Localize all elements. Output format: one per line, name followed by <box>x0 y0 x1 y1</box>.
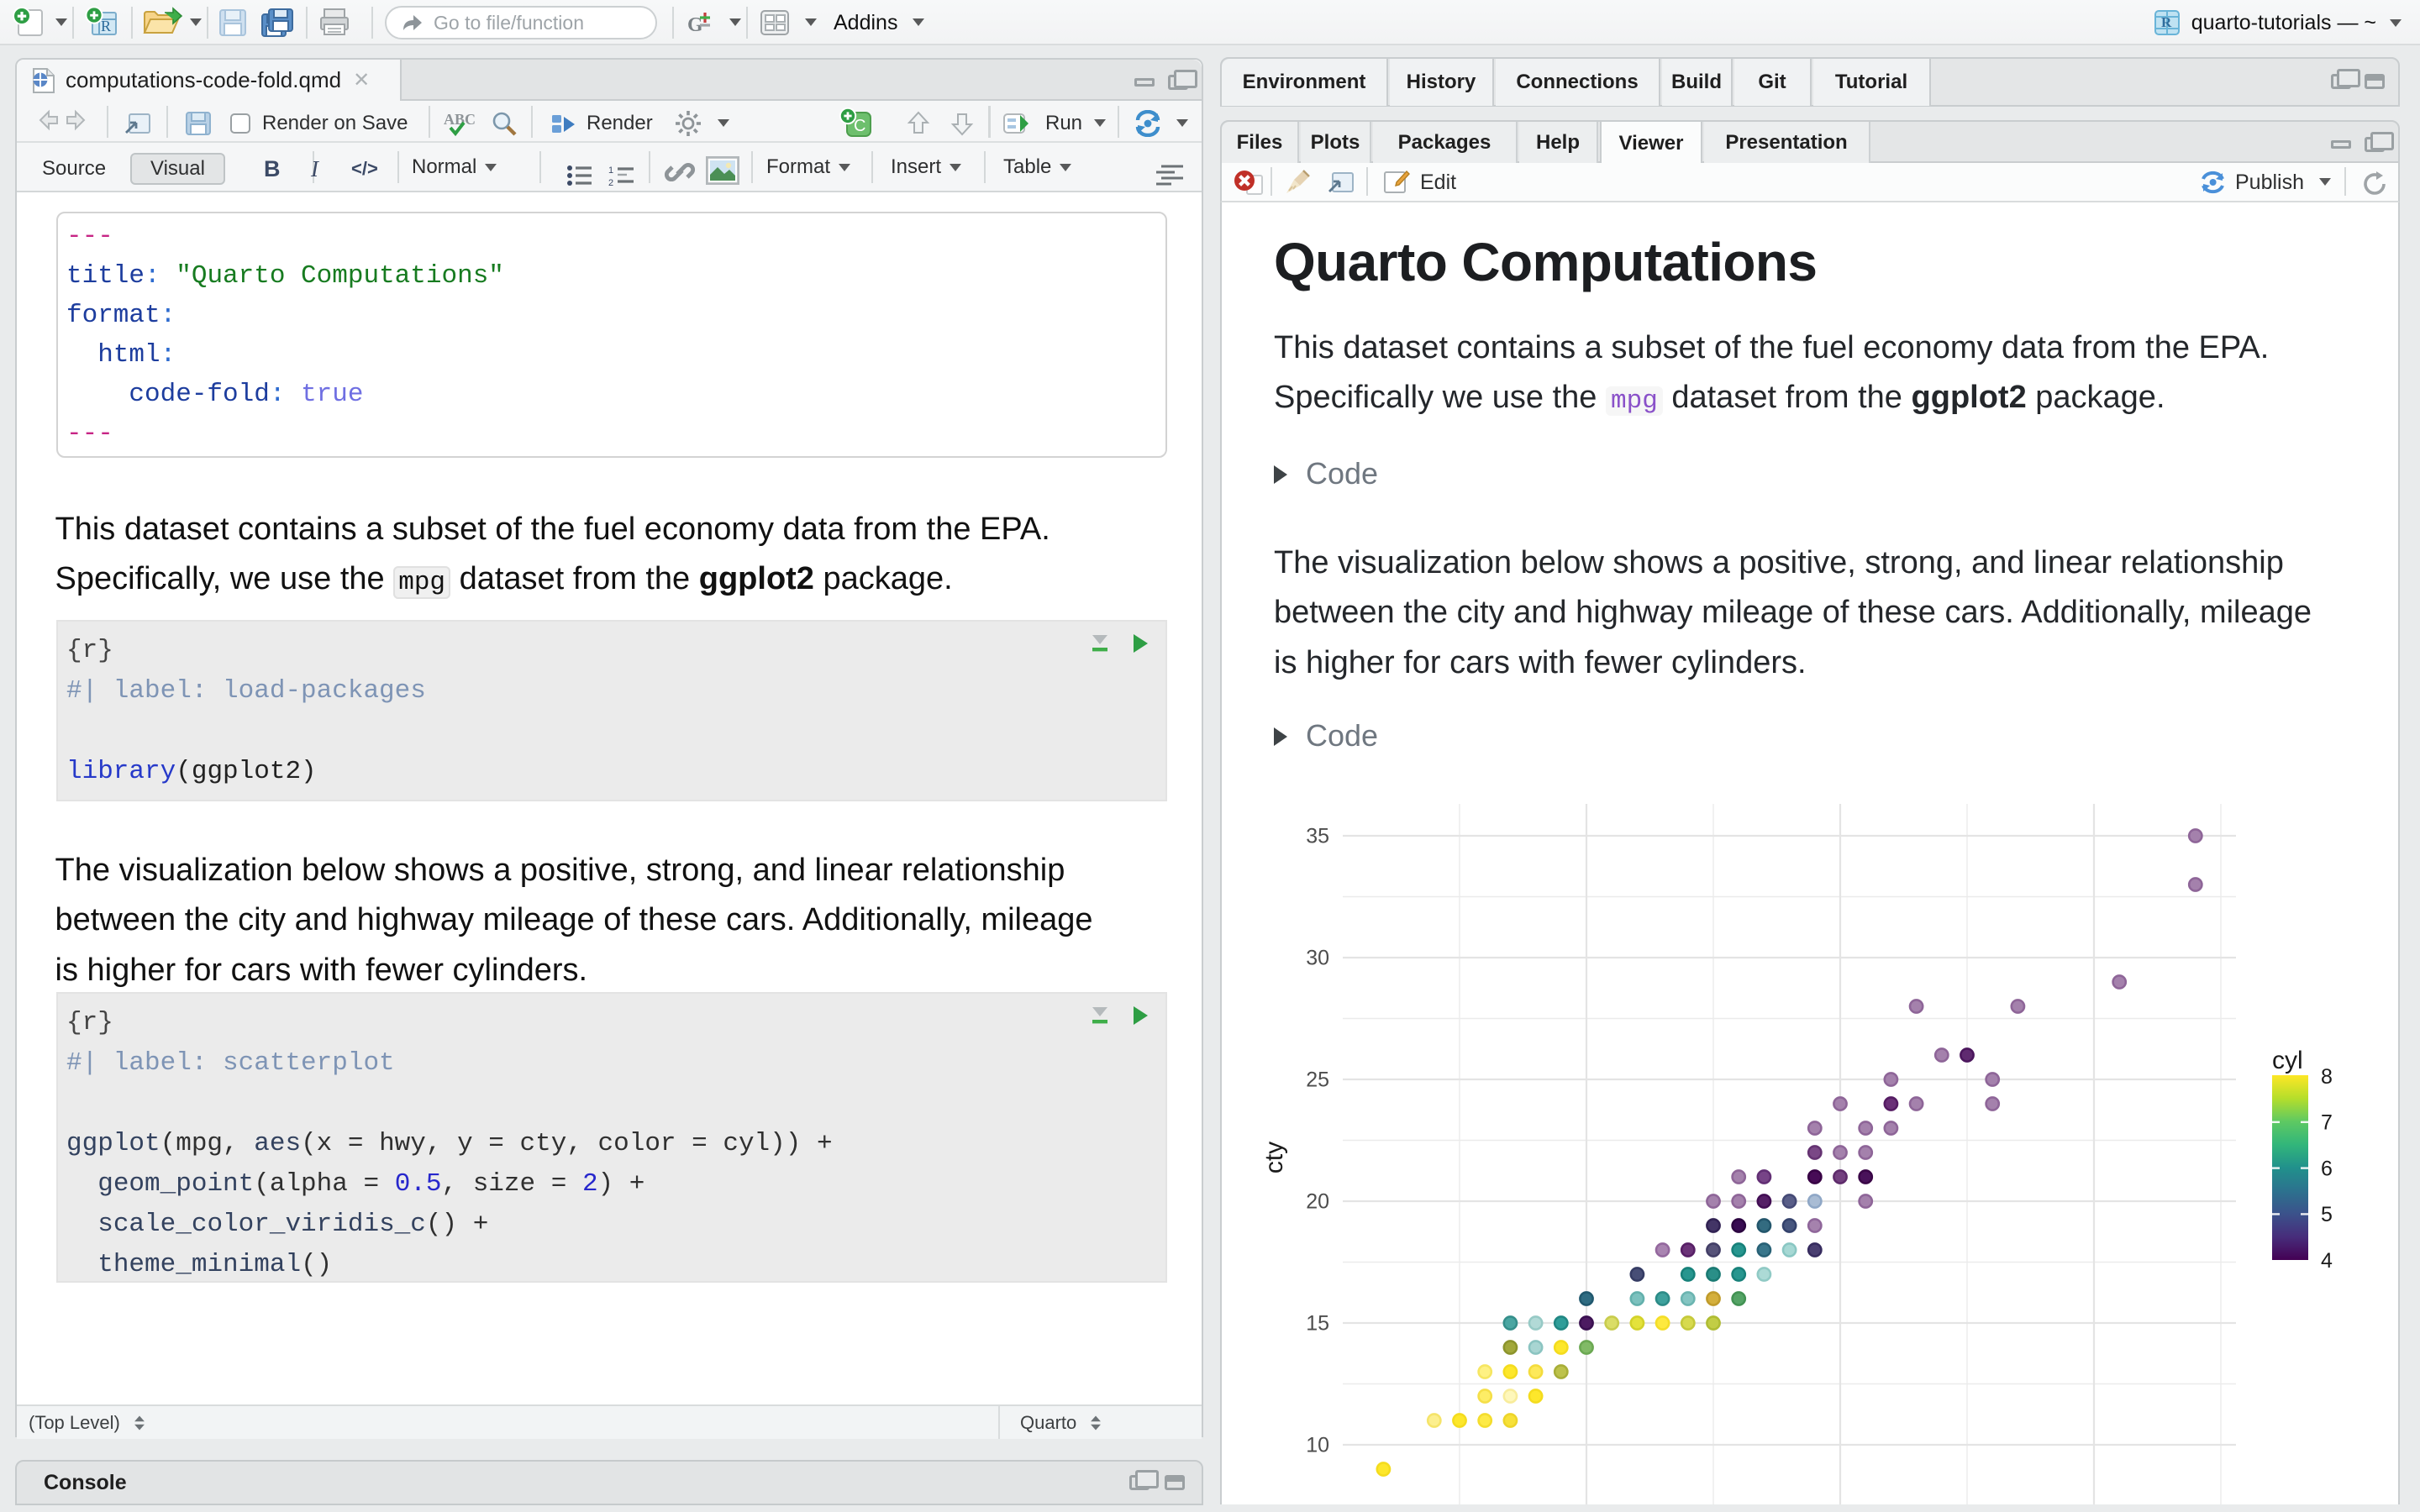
svg-text:25: 25 <box>1306 1068 1329 1092</box>
svg-text:1: 1 <box>608 165 613 176</box>
svg-text:2: 2 <box>608 178 613 186</box>
svg-text:7: 7 <box>2321 1111 2333 1135</box>
svg-text:35: 35 <box>1306 825 1329 848</box>
svg-text:5: 5 <box>2321 1203 2333 1226</box>
svg-text:ABC: ABC <box>444 111 476 128</box>
svg-text:10: 10 <box>1306 1434 1329 1457</box>
svg-text:20: 20 <box>1306 1190 1329 1214</box>
svg-text:cty: cty <box>1260 1142 1288 1173</box>
svg-text:6: 6 <box>2321 1157 2333 1180</box>
svg-text:cyl: cyl <box>2272 1047 2303 1074</box>
svg-text:15: 15 <box>1306 1312 1329 1336</box>
svg-text:30: 30 <box>1306 947 1329 970</box>
svg-text:R: R <box>2161 14 2172 30</box>
svg-text:R: R <box>101 18 111 34</box>
svg-text:8: 8 <box>2321 1065 2333 1089</box>
svg-text:4: 4 <box>2321 1249 2333 1273</box>
